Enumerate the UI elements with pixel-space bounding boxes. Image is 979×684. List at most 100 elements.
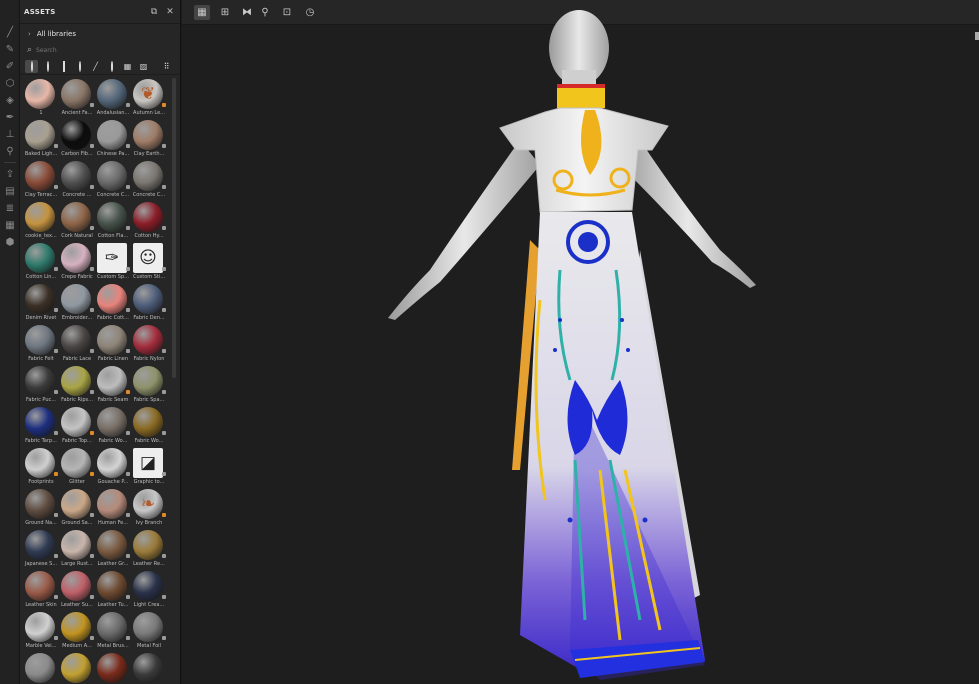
asset-tile[interactable] <box>23 652 59 684</box>
document-icon[interactable]: ▦ <box>3 219 17 233</box>
asset-tile[interactable]: Concrete C... <box>95 160 131 201</box>
asset-tile[interactable]: Concrete ... <box>59 160 95 201</box>
filter-images[interactable]: ▨ <box>137 60 150 73</box>
filter-brushes[interactable]: ╱ <box>89 60 102 73</box>
asset-tile[interactable]: ❧ Ivy Branch <box>131 488 167 529</box>
asset-tile[interactable]: Leather Su... <box>59 570 95 611</box>
asset-tile[interactable]: Fabric Den... <box>131 283 167 324</box>
asset-tile[interactable]: Fabric Linen <box>95 324 131 365</box>
asset-tile[interactable]: Crepe Fabric <box>59 242 95 283</box>
asset-tile[interactable]: Cotton Fla... <box>95 201 131 242</box>
asset-tile[interactable]: Cotton Lin... <box>23 242 59 283</box>
stack-icon[interactable]: ≣ <box>3 202 17 216</box>
asset-tile[interactable]: Metal Brus... <box>95 611 131 652</box>
asset-tile[interactable]: Fabric Felt <box>23 324 59 365</box>
asset-tile[interactable]: Gouache P... <box>95 447 131 488</box>
asset-tile[interactable]: Glitter <box>59 447 95 488</box>
asset-tile[interactable]: Fabric Top... <box>59 406 95 447</box>
3d-viewport[interactable]: ▦ ⊞ ⧓ ⚲ ⊡ ◷ <box>182 0 979 684</box>
assets-scrollbar[interactable] <box>172 78 176 378</box>
asset-tile[interactable]: Cotton Hy... <box>131 201 167 242</box>
asset-tile[interactable]: ◪ Graphic to... <box>131 447 167 488</box>
picker-icon[interactable]: ⚲ <box>3 145 17 159</box>
filter-smart-materials[interactable] <box>41 60 54 73</box>
geometry-mask-icon[interactable]: ⬡ <box>3 77 17 91</box>
material-preview <box>25 407 55 437</box>
asset-tile[interactable]: Large Rust... <box>59 529 95 570</box>
asset-tile[interactable]: Human Fe... <box>95 488 131 529</box>
asset-tile[interactable]: Fabric Spa... <box>131 365 167 406</box>
asset-tile[interactable]: Leather Skin <box>23 570 59 611</box>
asset-tile[interactable]: Fabric Wo... <box>95 406 131 447</box>
search-input[interactable] <box>36 46 157 54</box>
asset-tile[interactable]: Andalusian... <box>95 78 131 119</box>
asset-tile[interactable]: Footprints <box>23 447 59 488</box>
asset-tile[interactable]: Leather Gr... <box>95 529 131 570</box>
eraser-icon[interactable]: ✎ <box>3 43 17 57</box>
detach-icon[interactable]: ⧉ <box>148 6 160 18</box>
asset-tile[interactable]: Fabric Puc... <box>23 365 59 406</box>
clone-icon[interactable]: ⊥ <box>3 128 17 142</box>
asset-tile[interactable]: Fabric Nylon <box>131 324 167 365</box>
material-preview: ❧ <box>133 489 163 519</box>
asset-tile[interactable]: Embroider... <box>59 283 95 324</box>
asset-tile[interactable]: Denim Rivet <box>23 283 59 324</box>
smudge-icon[interactable]: ✒ <box>3 111 17 125</box>
asset-tile[interactable]: Metal Foil <box>131 611 167 652</box>
asset-tile[interactable]: Clay Earth... <box>131 119 167 160</box>
projection-icon[interactable]: ✐ <box>3 60 17 74</box>
material-preview <box>133 407 163 437</box>
asset-tile[interactable]: ✑ Custom Sp... <box>95 242 131 283</box>
layers-icon[interactable]: ▤ <box>3 185 17 199</box>
asset-tile[interactable]: Japanese S... <box>23 529 59 570</box>
asset-tile[interactable]: Fabric Lace <box>59 324 95 365</box>
asset-tile[interactable]: Concrete C... <box>131 160 167 201</box>
asset-tile[interactable]: Fabric Rips... <box>59 365 95 406</box>
asset-tile[interactable]: Leather Tu... <box>95 570 131 611</box>
close-icon[interactable]: ✕ <box>164 6 176 18</box>
grid-view-icon: ⠿ <box>163 62 170 71</box>
asset-tile[interactable] <box>131 652 167 684</box>
asset-label: Concrete ... <box>62 192 92 198</box>
asset-tile[interactable]: Clay Terrac... <box>23 160 59 201</box>
asset-tile[interactable]: 1 <box>23 78 59 119</box>
asset-label: Fabric Nylon <box>133 356 165 362</box>
filter-smart-masks[interactable] <box>73 60 86 73</box>
asset-tile[interactable]: Ground Sa... <box>59 488 95 529</box>
asset-tile[interactable]: Ancient Fa... <box>59 78 95 119</box>
asset-type-badge <box>90 226 94 230</box>
asset-tile[interactable]: Fabric Cott... <box>95 283 131 324</box>
asset-tile[interactable]: ❦ Autumn Le... <box>131 78 167 119</box>
asset-tile[interactable] <box>95 652 131 684</box>
material-preview <box>25 120 55 150</box>
filter-materials[interactable] <box>57 60 70 73</box>
asset-tile[interactable]: ☺ Custom Sti... <box>131 242 167 283</box>
paint-brush-icon[interactable]: ╱ <box>3 26 17 40</box>
asset-tile[interactable]: Fabric Wo... <box>131 406 167 447</box>
bake-icon[interactable]: ⇪ <box>3 168 17 182</box>
asset-tile[interactable]: cookie_tex... <box>23 201 59 242</box>
asset-tile[interactable]: Fabric Seam <box>95 365 131 406</box>
asset-tile[interactable]: Ground Na... <box>23 488 59 529</box>
asset-tile[interactable]: Leather Re... <box>131 529 167 570</box>
polygon-fill-icon[interactable]: ◈ <box>3 94 17 108</box>
asset-tile[interactable] <box>59 652 95 684</box>
asset-tile[interactable]: Carbon Fib... <box>59 119 95 160</box>
asset-tile[interactable]: Medium A... <box>59 611 95 652</box>
asset-type-badge <box>54 144 58 148</box>
library-selector[interactable]: › All libraries <box>20 26 180 42</box>
filter-procedurals[interactable]: ▦ <box>121 60 134 73</box>
asset-type-badge <box>90 185 94 189</box>
mannequin-with-dress[interactable] <box>182 0 979 684</box>
asset-label: Ancient Fa... <box>61 110 93 116</box>
asset-tile[interactable]: Chinese Pa... <box>95 119 131 160</box>
cube-icon[interactable]: ⬢ <box>3 236 17 250</box>
asset-tile[interactable]: Marble Vei... <box>23 611 59 652</box>
asset-tile[interactable]: Baked Ligh... <box>23 119 59 160</box>
grid-view-button[interactable]: ⠿ <box>160 60 173 73</box>
filter-all-materials[interactable] <box>25 60 38 73</box>
filter-textures[interactable] <box>105 60 118 73</box>
asset-tile[interactable]: Light Crea... <box>131 570 167 611</box>
asset-tile[interactable]: Fabric Tarp... <box>23 406 59 447</box>
asset-tile[interactable]: Cork Natural <box>59 201 95 242</box>
